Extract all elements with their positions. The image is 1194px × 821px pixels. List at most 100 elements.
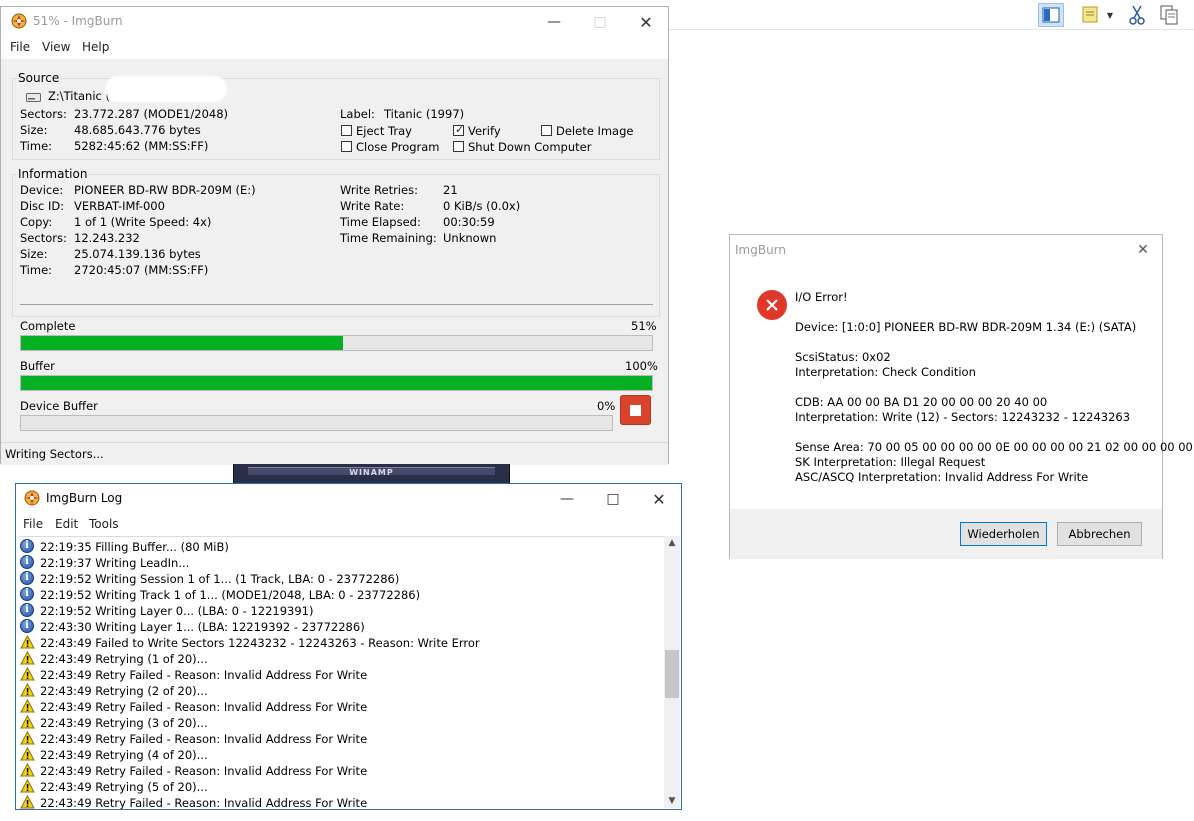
menu-view[interactable]: View bbox=[42, 40, 70, 54]
info-time-value: 2720:45:07 (MM:SS:FF) bbox=[74, 263, 209, 277]
source-size: 48.685.643.776 bytes bbox=[74, 123, 201, 137]
status-bar: Writing Sectors... bbox=[1, 442, 668, 465]
verify-label[interactable]: Verify bbox=[468, 124, 501, 138]
log-scrollbar[interactable]: ▲ ▼ bbox=[664, 536, 680, 808]
main-body: Source Z:\Titanic ( Sectors: 23.772.287 … bbox=[1, 59, 668, 442]
info-sectors-value: 12.243.232 bbox=[74, 231, 140, 245]
drive-icon bbox=[26, 91, 41, 102]
close-program-checkbox[interactable] bbox=[341, 141, 352, 152]
scroll-up-icon[interactable]: ▲ bbox=[664, 536, 680, 550]
write-retries-value: 21 bbox=[443, 183, 458, 197]
source-label-label: Label: bbox=[340, 107, 375, 121]
note-icon[interactable] bbox=[1078, 3, 1104, 27]
log-entry-text: 22:43:49 Retry Failed - Reason: Invalid … bbox=[40, 732, 368, 746]
dialog-title-bar[interactable]: ImgBurn ✕ bbox=[730, 235, 1162, 265]
winamp-window-strip[interactable]: WINAMP bbox=[233, 464, 510, 484]
time-remaining-label: Time Remaining: bbox=[340, 231, 437, 245]
imgburn-log-window: ImgBurn Log — □ ✕ File Edit Tools i 22:19… bbox=[15, 483, 682, 810]
menu-tools[interactable]: Tools bbox=[89, 517, 119, 531]
log-entry-text: 22:43:49 Retry Failed - Reason: Invalid … bbox=[40, 796, 368, 809]
error-device: Device: [1:0:0] PIONEER BD-RW BDR-209M 1… bbox=[795, 320, 1137, 334]
source-label: Titanic (1997) bbox=[384, 107, 465, 121]
warning-icon bbox=[20, 778, 35, 793]
cancel-button[interactable]: Abbrechen bbox=[1057, 522, 1142, 546]
time-remaining-value: Unknown bbox=[443, 231, 497, 245]
retry-button[interactable]: Wiederholen bbox=[960, 522, 1047, 546]
close-button[interactable]: ✕ bbox=[1124, 235, 1162, 265]
source-group-title: Source bbox=[17, 71, 61, 85]
warning-icon bbox=[20, 714, 35, 729]
scroll-thumb[interactable] bbox=[665, 650, 679, 698]
log-title-bar[interactable]: ImgBurn Log — □ ✕ bbox=[16, 484, 681, 514]
log-entry-text: 22:43:49 Retry Failed - Reason: Invalid … bbox=[40, 700, 368, 714]
log-entry-text: 22:43:49 Retrying (1 of 20)... bbox=[40, 652, 208, 666]
info-time-label: Time: bbox=[20, 263, 53, 277]
eject-tray-checkbox[interactable] bbox=[341, 125, 352, 136]
maximize-button: □ bbox=[593, 14, 607, 30]
info-icon: i bbox=[20, 539, 34, 553]
close-button[interactable]: ✕ bbox=[636, 484, 682, 514]
info-size-label: Size: bbox=[20, 247, 48, 261]
log-list[interactable]: i 22:19:35 Filling Buffer... (80 MiB) i 22:… bbox=[19, 536, 664, 809]
info-icon: i bbox=[20, 587, 34, 601]
imgburn-logo-icon bbox=[24, 490, 40, 506]
source-sectors-label: Sectors: bbox=[20, 107, 67, 121]
menu-help[interactable]: Help bbox=[82, 40, 109, 54]
error-scsi-status: ScsiStatus: 0x02 bbox=[795, 350, 891, 364]
stop-button[interactable] bbox=[620, 395, 651, 425]
delete-image-checkbox[interactable] bbox=[541, 125, 552, 136]
source-path: Z:\Titanic ( bbox=[48, 89, 110, 103]
scroll-down-icon[interactable]: ▼ bbox=[664, 794, 680, 808]
buffer-progress-bar bbox=[20, 375, 653, 391]
warning-icon bbox=[20, 682, 35, 697]
log-menu-bar: File Edit Tools bbox=[16, 514, 681, 536]
disc-id-label: Disc ID: bbox=[20, 199, 65, 213]
menu-edit[interactable]: Edit bbox=[55, 517, 78, 531]
separator bbox=[20, 304, 653, 305]
close-button[interactable]: ✕ bbox=[623, 7, 669, 37]
source-time-label: Time: bbox=[20, 139, 53, 153]
minimize-button[interactable]: — bbox=[531, 7, 577, 37]
info-icon: i bbox=[20, 571, 34, 585]
verify-checkbox[interactable]: ✓ bbox=[453, 123, 465, 136]
info-icon: i bbox=[20, 619, 34, 633]
error-sk-interpretation: SK Interpretation: Illegal Request bbox=[795, 455, 986, 469]
cut-icon[interactable] bbox=[1124, 3, 1150, 27]
close-program-label[interactable]: Close Program bbox=[356, 140, 440, 154]
checkmark-icon: ✓ bbox=[455, 123, 465, 136]
redacted-area bbox=[105, 76, 227, 102]
eject-tray-label[interactable]: Eject Tray bbox=[356, 124, 412, 138]
log-entry-text: 22:43:49 Retrying (3 of 20)... bbox=[40, 716, 208, 730]
device-buffer-label: Device Buffer bbox=[20, 399, 98, 413]
copy-value: 1 of 1 (Write Speed: 4x) bbox=[74, 215, 212, 229]
warning-icon bbox=[20, 666, 35, 681]
chevron-down-icon[interactable]: ▼ bbox=[1104, 3, 1116, 27]
imgburn-main-window: 51% - ImgBurn — □ ✕ File View Help Sourc… bbox=[0, 6, 669, 465]
device-buffer-progress-bar bbox=[20, 415, 613, 431]
shut-down-label[interactable]: Shut Down Computer bbox=[468, 140, 591, 154]
shut-down-checkbox[interactable] bbox=[453, 141, 464, 152]
maximize-button[interactable]: □ bbox=[590, 484, 636, 514]
title-bar[interactable]: 51% - ImgBurn — □ ✕ bbox=[1, 7, 668, 37]
winamp-title: WINAMP bbox=[349, 468, 394, 477]
warning-icon bbox=[20, 650, 35, 665]
imgburn-logo-icon bbox=[11, 13, 27, 29]
error-cdb: CDB: AA 00 00 BA D1 20 00 00 00 20 40 00 bbox=[795, 395, 1048, 409]
status-text: Writing Sectors... bbox=[5, 447, 104, 461]
warning-icon bbox=[20, 746, 35, 761]
menu-file[interactable]: File bbox=[10, 40, 30, 54]
log-entry-text: 22:43:49 Retrying (5 of 20)... bbox=[40, 780, 208, 794]
log-entry-text: 22:43:49 Retrying (2 of 20)... bbox=[40, 684, 208, 698]
window-title: 51% - ImgBurn bbox=[33, 14, 123, 28]
copy-icon[interactable] bbox=[1156, 3, 1182, 27]
menu-file[interactable]: File bbox=[23, 517, 43, 531]
info-icon: i bbox=[20, 555, 34, 569]
info-size-value: 25.074.139.136 bytes bbox=[74, 247, 201, 261]
error-heading: I/O Error! bbox=[795, 290, 848, 304]
panel-layout-icon[interactable] bbox=[1038, 3, 1064, 27]
warning-icon bbox=[20, 762, 35, 777]
buffer-percent: 100% bbox=[625, 359, 658, 373]
complete-progress-fill bbox=[21, 336, 343, 350]
delete-image-label[interactable]: Delete Image bbox=[556, 124, 633, 138]
minimize-button[interactable]: — bbox=[544, 484, 590, 514]
